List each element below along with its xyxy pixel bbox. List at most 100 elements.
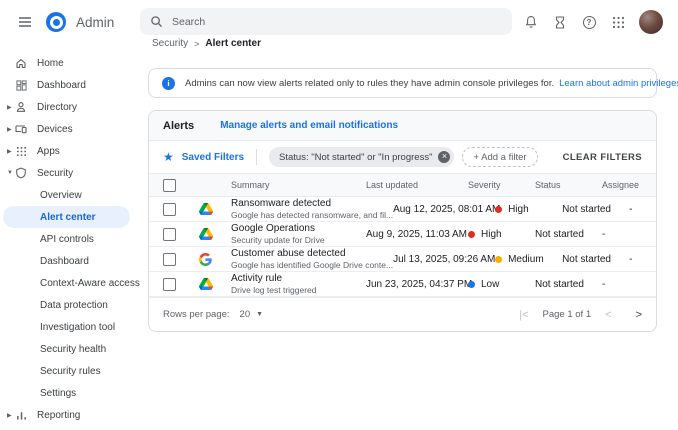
severity-value: Medium bbox=[508, 253, 544, 265]
sidebar-item-security-rules[interactable]: Security rules bbox=[3, 360, 130, 382]
rows-per-page-dropdown[interactable]: 20 ▼ bbox=[240, 309, 264, 320]
severity-dot bbox=[495, 205, 503, 213]
status-value: Not started bbox=[535, 278, 584, 290]
table-row[interactable]: Customer abuse detected Google has ident… bbox=[149, 247, 656, 272]
severity-value: High bbox=[481, 228, 502, 240]
main-content: i Admins can now view alerts related onl… bbox=[148, 60, 678, 332]
previous-page-button[interactable]: < bbox=[605, 309, 611, 321]
rows-per-page-label: Rows per page: bbox=[163, 309, 230, 320]
notifications-bell-icon[interactable] bbox=[523, 14, 539, 30]
clear-filters-button[interactable]: CLEAR FILTERS bbox=[563, 152, 642, 163]
select-all-checkbox[interactable] bbox=[163, 178, 176, 192]
breadcrumb: Security > Alert center bbox=[152, 38, 261, 49]
chevron-right-icon: ▶ bbox=[7, 104, 12, 111]
help-icon[interactable]: ? bbox=[581, 14, 597, 30]
table-header-row: Summary Last updated Severity Status Ass… bbox=[149, 173, 656, 197]
column-severity: Severity bbox=[468, 180, 501, 190]
sidebar-item-devices[interactable]: ▶ Devices bbox=[0, 118, 148, 140]
shield-icon bbox=[14, 167, 28, 179]
chevron-right-icon: ▶ bbox=[7, 148, 12, 155]
sidebar-item-overview[interactable]: Overview bbox=[3, 184, 130, 206]
row-checkbox[interactable] bbox=[163, 252, 176, 266]
app-title: Admin bbox=[76, 14, 115, 30]
severity-dot bbox=[468, 230, 475, 238]
status-filter-chip[interactable]: Status: "Not started" or "In progress" × bbox=[269, 147, 455, 167]
breadcrumb-security-link[interactable]: Security bbox=[152, 38, 188, 49]
info-icon: i bbox=[162, 76, 175, 90]
sidebar-item-data-protection[interactable]: Data protection bbox=[3, 294, 130, 316]
column-last-updated: Last updated bbox=[366, 180, 419, 190]
chevron-down-icon: ▼ bbox=[256, 311, 264, 318]
home-icon bbox=[14, 57, 28, 69]
alert-title: Activity rule bbox=[231, 273, 283, 284]
sidebar-item-home[interactable]: Home bbox=[0, 52, 148, 74]
tasks-hourglass-icon[interactable] bbox=[552, 14, 568, 30]
sidebar-item-investigation-tool[interactable]: Investigation tool bbox=[3, 316, 130, 338]
search-bar[interactable] bbox=[140, 8, 512, 35]
manage-alerts-link[interactable]: Manage alerts and email notifications bbox=[220, 120, 398, 131]
sidebar-item-context-aware-access[interactable]: Context-Aware access bbox=[3, 272, 140, 294]
sidebar-item-alert-center[interactable]: Alert center bbox=[3, 206, 130, 228]
sidebar-item-security-health[interactable]: Security health bbox=[3, 338, 130, 360]
alert-title: Ransomware detected bbox=[231, 198, 332, 209]
sidebar-item-reporting[interactable]: ▶ Reporting bbox=[0, 404, 148, 426]
google-drive-icon bbox=[199, 202, 231, 216]
table-row[interactable]: Activity rule Drive log test triggered J… bbox=[149, 272, 656, 297]
alert-title: Google Operations bbox=[231, 223, 315, 234]
table-footer: Rows per page: 20 ▼ |< Page 1 of 1 < > bbox=[149, 297, 656, 331]
remove-filter-icon[interactable]: × bbox=[438, 151, 451, 163]
assignee-value: - bbox=[629, 203, 633, 215]
sidebar-item-apps[interactable]: ▶ Apps bbox=[0, 140, 148, 162]
assignee-value: - bbox=[629, 253, 633, 265]
sidebar-item-dashboard[interactable]: Dashboard bbox=[0, 74, 148, 96]
top-bar: Admin ? bbox=[0, 0, 678, 44]
info-banner: i Admins can now view alerts related onl… bbox=[148, 68, 678, 98]
google-drive-icon bbox=[199, 277, 231, 291]
alert-subtitle: Drive log test triggered bbox=[231, 285, 317, 295]
last-updated-value: Aug 12, 2025, 08:01 AM bbox=[393, 203, 501, 215]
dashboard-icon bbox=[14, 79, 28, 91]
sidebar-item-api-controls[interactable]: API controls bbox=[3, 228, 130, 250]
row-checkbox[interactable] bbox=[163, 202, 176, 216]
menu-icon[interactable] bbox=[18, 16, 32, 28]
assignee-value: - bbox=[602, 228, 606, 240]
search-input[interactable] bbox=[172, 15, 502, 28]
sidebar-item-directory[interactable]: ▶ Directory bbox=[0, 96, 148, 118]
page-info: Page 1 of 1 bbox=[542, 309, 592, 320]
first-page-button[interactable]: |< bbox=[519, 309, 528, 321]
google-g-icon bbox=[199, 252, 231, 266]
apps-icon bbox=[14, 146, 28, 157]
alert-title: Customer abuse detected bbox=[231, 248, 346, 259]
learn-about-admin-privileges-link[interactable]: Learn about admin privileges bbox=[559, 78, 678, 89]
saved-filters-button[interactable]: Saved Filters bbox=[182, 152, 244, 163]
table-row[interactable]: Ransomware detected Google has detected … bbox=[149, 197, 656, 222]
column-assignee: Assignee bbox=[602, 180, 640, 190]
breadcrumb-current: Alert center bbox=[205, 38, 261, 49]
severity-value: Low bbox=[481, 278, 500, 290]
sidebar-item-settings[interactable]: Settings bbox=[3, 382, 130, 404]
row-checkbox[interactable] bbox=[163, 277, 176, 291]
filter-toolbar: ★ Saved Filters Status: "Not started" or… bbox=[149, 141, 656, 173]
next-page-button[interactable]: > bbox=[636, 309, 642, 321]
table-row[interactable]: Google Operations Security update for Dr… bbox=[149, 222, 656, 247]
bar-chart-icon bbox=[14, 410, 28, 421]
search-icon bbox=[150, 15, 163, 28]
apps-grid-icon[interactable] bbox=[610, 14, 626, 30]
last-updated-value: Jun 23, 2025, 04:37 PM bbox=[366, 278, 473, 290]
sidebar-item-billing[interactable]: ▶ Billing bbox=[0, 426, 148, 430]
sidebar-item-security[interactable]: ▼ Security bbox=[0, 162, 148, 184]
severity-value: High bbox=[508, 203, 529, 215]
alerts-title: Alerts bbox=[163, 119, 195, 132]
column-status: Status bbox=[535, 180, 561, 190]
chevron-right-icon: ▶ bbox=[7, 126, 12, 133]
add-filter-button[interactable]: + Add a filter bbox=[462, 147, 538, 167]
user-avatar[interactable] bbox=[639, 10, 663, 34]
alert-subtitle: Google has detected ransomware, and fil.… bbox=[231, 210, 394, 220]
row-checkbox[interactable] bbox=[163, 227, 176, 241]
status-value: Not started bbox=[562, 203, 611, 215]
sidebar-item-security-dashboard[interactable]: Dashboard bbox=[3, 250, 130, 272]
last-updated-value: Aug 9, 2025, 11:03 AM bbox=[366, 228, 468, 240]
chevron-right-icon: ▶ bbox=[7, 412, 12, 419]
banner-message: Admins can now view alerts related only … bbox=[185, 77, 555, 89]
google-drive-icon bbox=[199, 227, 231, 241]
